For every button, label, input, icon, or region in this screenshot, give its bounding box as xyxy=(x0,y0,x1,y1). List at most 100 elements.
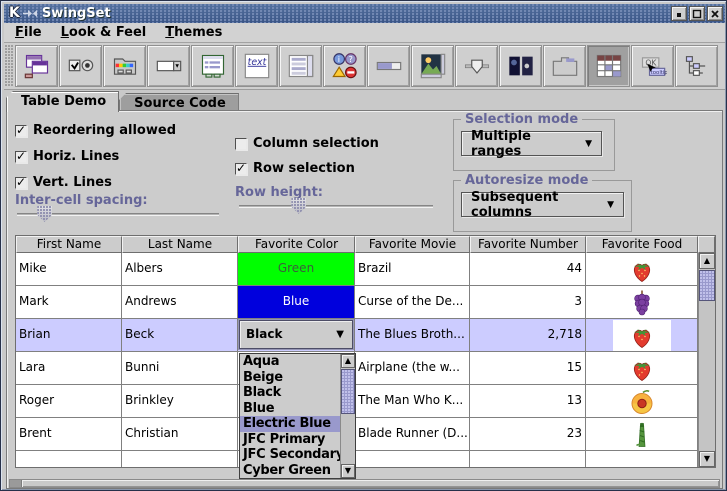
cell-favorite-food[interactable] xyxy=(586,253,698,286)
checkbox-vert-lines[interactable]: ✓ Vert. Lines xyxy=(15,175,112,190)
table-row[interactable]: Roger Brinkley The Man Who K... 13 xyxy=(16,385,715,418)
cell-last-name[interactable]: Andrews xyxy=(122,286,238,319)
cell-first-name[interactable]: Roger xyxy=(16,385,122,418)
cell-last-name[interactable]: Christian xyxy=(122,418,238,451)
column-header-favorite-food[interactable]: Favorite Food xyxy=(586,236,698,253)
cell-favorite-movie[interactable]: Airplane (the w... xyxy=(355,352,470,385)
tab-source-code[interactable]: Source Code xyxy=(119,93,239,111)
minimize-button[interactable] xyxy=(671,6,687,21)
selection-mode-combobox[interactable]: Multiple ranges ▼ xyxy=(461,131,602,156)
slider-thumb[interactable] xyxy=(37,206,52,222)
toolbar-button-color-chooser[interactable] xyxy=(103,45,146,87)
cell-first-name[interactable]: Brent xyxy=(16,418,122,451)
color-option-jfc-secondary[interactable]: JFC Secondary xyxy=(240,447,340,463)
scroll-down-button[interactable]: ▼ xyxy=(699,451,715,467)
cell-favorite-number[interactable]: 44 xyxy=(470,253,586,286)
toolbar-button-text-fields[interactable]: text xyxy=(235,45,278,87)
cell-favorite-number[interactable]: 23 xyxy=(470,418,586,451)
toolbar-button-scroll-pane[interactable] xyxy=(411,45,454,87)
checkbox-row-selection[interactable]: ✓ Row selection xyxy=(235,161,355,176)
toolbar-button-combo-box[interactable] xyxy=(147,45,190,87)
toolbar-button-buttons[interactable] xyxy=(59,45,102,87)
column-header-favorite-movie[interactable]: Favorite Movie xyxy=(355,236,470,253)
toolbar-grip[interactable] xyxy=(5,45,14,87)
table-row-selected[interactable]: Brian Beck Black ▼ The Blues Broth... 2,… xyxy=(16,319,715,352)
checkbox-column-selection[interactable]: Column selection xyxy=(235,136,379,151)
color-option-beige[interactable]: Beige xyxy=(240,370,340,386)
toolbar-button-tool-tips[interactable]: OKtooltip xyxy=(631,45,674,87)
cell-favorite-movie[interactable]: Blade Runner (D... xyxy=(355,418,470,451)
cell-first-name[interactable]: Mike xyxy=(16,253,122,286)
column-header-last-name[interactable]: Last Name xyxy=(122,236,238,253)
table-row[interactable]: Lara Bunni Airplane (the w... 15 xyxy=(16,352,715,385)
row-height-slider[interactable] xyxy=(239,197,433,215)
color-option-jfc-primary[interactable]: JFC Primary xyxy=(240,432,340,448)
maximize-button[interactable] xyxy=(689,6,705,21)
column-header-favorite-color[interactable]: Favorite Color xyxy=(238,236,355,253)
column-header-favorite-number[interactable]: Favorite Number xyxy=(470,236,586,253)
toolbar-button-progress-bar[interactable] xyxy=(367,45,410,87)
horizontal-scrollbar-thumb[interactable] xyxy=(22,480,719,487)
color-option-black[interactable]: Black xyxy=(240,385,340,401)
color-option-cyber-green[interactable]: Cyber Green xyxy=(240,463,340,479)
cell-last-name[interactable]: Brinkley xyxy=(122,385,238,418)
table-row[interactable]: Brent Christian Blade Runner (D... 23 xyxy=(16,418,715,451)
dropdown-scrollbar[interactable]: ▲ ▼ xyxy=(340,354,355,478)
toolbar-button-dialogs[interactable]: i? xyxy=(323,45,366,87)
cell-favorite-movie[interactable]: The Man Who K... xyxy=(355,385,470,418)
scroll-up-button[interactable]: ▲ xyxy=(699,253,715,269)
cell-favorite-movie[interactable]: Brazil xyxy=(355,253,470,286)
dropdown-scrollbar-thumb[interactable] xyxy=(341,369,355,414)
toolbar-button-tabbed-pane[interactable] xyxy=(543,45,586,87)
color-option-blue[interactable]: Blue xyxy=(240,401,340,417)
cell-favorite-food[interactable] xyxy=(586,352,698,385)
slider-thumb[interactable] xyxy=(291,198,306,214)
cell-first-name[interactable]: Lara xyxy=(16,352,122,385)
vertical-scrollbar-thumb[interactable] xyxy=(699,270,715,301)
horizontal-scrollbar-track-start[interactable] xyxy=(10,480,22,487)
toolbar-button-scroll-list[interactable] xyxy=(279,45,322,87)
toolbar-button-split-pane[interactable] xyxy=(499,45,542,87)
table-row[interactable]: Mark Andrews Blue Curse of the De... 3 xyxy=(16,286,715,319)
cell-favorite-number[interactable]: 2,718 xyxy=(470,319,586,352)
color-option-electric-blue[interactable]: Electric Blue xyxy=(240,416,340,432)
cell-favorite-food[interactable] xyxy=(586,319,698,352)
checkbox-horiz-lines[interactable]: ✓ Horiz. Lines xyxy=(15,149,119,164)
scroll-down-button[interactable]: ▼ xyxy=(341,464,355,478)
cell-favorite-movie[interactable]: Curse of the De... xyxy=(355,286,470,319)
cell-favorite-food[interactable] xyxy=(586,418,698,451)
cell-favorite-color[interactable]: Green xyxy=(238,253,355,286)
toolbar-button-internal-frames[interactable] xyxy=(15,45,58,87)
scroll-up-button[interactable]: ▲ xyxy=(341,354,355,368)
color-editor-combobox[interactable]: Black ▼ xyxy=(239,320,353,349)
cell-first-name[interactable]: Mark xyxy=(16,286,122,319)
column-header-first-name[interactable]: First Name xyxy=(16,236,122,253)
cell-favorite-number[interactable]: 15 xyxy=(470,352,586,385)
color-option-aqua[interactable]: Aqua xyxy=(240,354,340,370)
cell-favorite-number[interactable]: 3 xyxy=(470,286,586,319)
tab-table-demo[interactable]: Table Demo xyxy=(6,91,119,112)
close-button[interactable] xyxy=(707,6,723,21)
inter-cell-spacing-slider[interactable] xyxy=(17,205,219,223)
cell-first-name[interactable]: Brian xyxy=(16,319,122,352)
toolbar-button-tree[interactable] xyxy=(675,45,718,87)
cell-last-name[interactable]: Bunni xyxy=(122,352,238,385)
toolbar-button-table[interactable] xyxy=(587,45,630,87)
table-vertical-scrollbar[interactable]: ▲ ▼ xyxy=(698,253,715,467)
cell-favorite-number[interactable]: 13 xyxy=(470,385,586,418)
cell-last-name[interactable]: Beck xyxy=(122,319,238,352)
title-bar[interactable]: K SwingSet xyxy=(4,4,725,23)
autoresize-mode-combobox[interactable]: Subsequent columns ▼ xyxy=(461,192,624,217)
checkbox-reordering-allowed[interactable]: ✓ Reordering allowed xyxy=(15,123,176,138)
cell-last-name[interactable]: Albers xyxy=(122,253,238,286)
menu-themes[interactable]: Themes xyxy=(157,25,230,40)
toolbar-button-list[interactable] xyxy=(191,45,234,87)
cell-favorite-food[interactable] xyxy=(586,385,698,418)
toolbar-button-slider[interactable] xyxy=(455,45,498,87)
menu-look-and-feel[interactable]: Look & Feel xyxy=(53,25,155,40)
cell-favorite-color[interactable]: Blue xyxy=(238,286,355,319)
cell-favorite-movie[interactable]: The Blues Broth... xyxy=(355,319,470,352)
menu-file[interactable]: File xyxy=(7,25,50,40)
table-row[interactable]: Mike Albers Green Brazil 44 xyxy=(16,253,715,286)
table-horizontal-scrollbar[interactable] xyxy=(9,479,720,488)
